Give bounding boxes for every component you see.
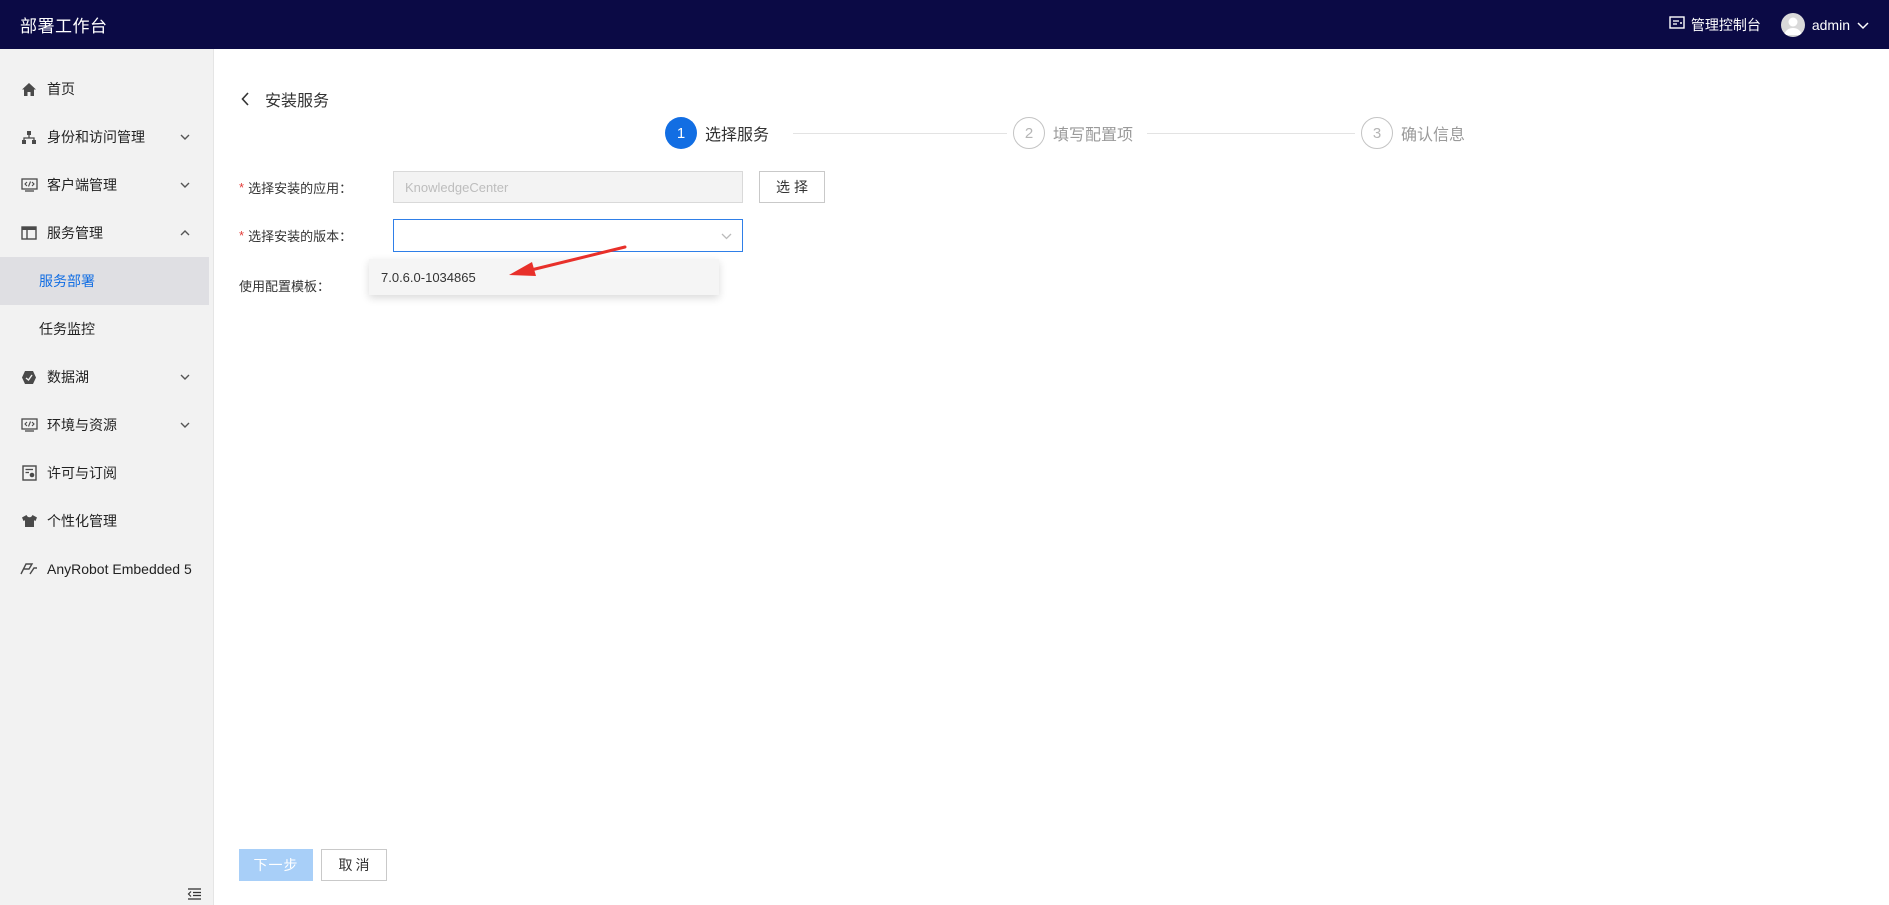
sidebar-item-environment-resources[interactable]: 环境与资源 [0,401,213,449]
sidebar-item-label: 客户端管理 [47,177,117,193]
user-menu[interactable]: admin [1780,12,1869,37]
sidebar-item-label: 个性化管理 [47,513,117,529]
form-row-app: * 选择安装的应用： KnowledgeCenter 选择 [239,171,839,203]
step-label: 确认信息 [1401,127,1466,144]
app-title: 部署工作台 [20,17,108,36]
home-icon [20,80,38,98]
step-label: 选择服务 [705,127,770,144]
sidebar-item-label: 许可与订阅 [47,465,117,481]
code-window-icon [20,176,38,194]
chevron-down-icon [179,371,191,383]
sidebar-subitem-label: 任务监控 [39,321,95,337]
step-2: 2 填写配置项 [1013,117,1133,149]
step-connector [793,133,1007,134]
chevron-down-icon [179,131,191,143]
step-number: 3 [1361,117,1393,149]
hexagon-icon [20,368,38,386]
step-3: 3 确认信息 [1361,117,1465,149]
sidebar-item-label: 服务管理 [47,225,103,241]
required-marker: * [239,179,245,195]
console-label: 管理控制台 [1690,16,1761,33]
required-marker: * [239,228,245,243]
code-window-icon [20,416,38,434]
console-icon [1669,16,1685,33]
anyrobot-icon [20,560,38,578]
sidebar-subitem-service-deploy[interactable]: 服务部署 [0,257,209,305]
sidebar-menu: 首页 身份和访问管理 客户端管理 服务管理 服务部署 任务监控 数据湖 环境与资… [0,49,213,593]
chevron-down-icon [179,179,191,191]
org-tree-icon [20,128,38,146]
step-label: 填写配置项 [1053,127,1134,144]
step-connector [1147,133,1355,134]
version-option[interactable]: 7.0.6.0-1034865 [369,259,719,295]
page-header: 安装服务 [241,87,329,111]
step-number: 2 [1013,117,1045,149]
back-arrow-icon[interactable] [241,91,255,107]
cancel-button[interactable]: 取消 [321,849,387,881]
step-1: 1 选择服务 [665,117,769,149]
layout-icon [20,224,38,242]
sidebar-item-label: 环境与资源 [47,417,117,433]
sidebar-item-label: 数据湖 [47,369,89,385]
sidebar-item-home[interactable]: 首页 [0,65,213,113]
sidebar-item-identity-access[interactable]: 身份和访问管理 [0,113,213,161]
username: admin [1811,16,1850,33]
chevron-down-icon [720,230,732,242]
avatar [1780,12,1805,37]
app-input: KnowledgeCenter [393,171,743,203]
sidebar-item-client-management[interactable]: 客户端管理 [0,161,213,209]
top-bar: 部署工作台 管理控制台 admin [0,0,1889,49]
sidebar-collapse-icon[interactable] [186,887,202,901]
main-content: 安装服务 1 选择服务 2 填写配置项 3 确认信息 * 选择安装的应用： Kn… [215,49,1889,905]
version-select[interactable] [393,219,743,252]
select-app-button[interactable]: 选择 [759,171,825,203]
steps-indicator: 1 选择服务 2 填写配置项 3 确认信息 [215,117,1889,151]
next-step-button[interactable]: 下一步 [239,849,313,881]
topbar-right: 管理控制台 admin [1669,12,1869,37]
app-field-label: 选择安装的应用： [248,180,353,196]
sidebar-item-label: 身份和访问管理 [47,129,145,145]
version-dropdown: 7.0.6.0-1034865 [369,259,719,295]
shirt-icon [20,512,38,530]
management-console-link[interactable]: 管理控制台 [1669,15,1761,35]
sidebar-item-label: AnyRobot Embedded 5 [47,561,192,577]
sidebar-item-data-lake[interactable]: 数据湖 [0,353,213,401]
sidebar-subitem-task-monitor[interactable]: 任务监控 [0,305,213,353]
sidebar-item-label: 首页 [47,81,75,97]
page-title: 安装服务 [265,93,330,110]
version-field-label: 选择安装的版本： [248,229,353,244]
form-row-version: * 选择安装的版本： [239,219,839,252]
sidebar-item-anyrobot[interactable]: AnyRobot Embedded 5 [0,545,213,593]
chevron-up-icon [179,227,191,239]
chevron-down-icon [1857,17,1869,33]
license-icon [20,464,38,482]
sidebar: 首页 身份和访问管理 客户端管理 服务管理 服务部署 任务监控 数据湖 环境与资… [0,49,214,905]
chevron-down-icon [179,419,191,431]
sidebar-subitem-label: 服务部署 [39,273,95,289]
template-field-label: 使用配置模板： [239,278,331,294]
sidebar-item-license-subscription[interactable]: 许可与订阅 [0,449,213,497]
sidebar-item-service-management[interactable]: 服务管理 [0,209,213,257]
sidebar-item-personalization[interactable]: 个性化管理 [0,497,213,545]
step-number: 1 [665,117,697,149]
